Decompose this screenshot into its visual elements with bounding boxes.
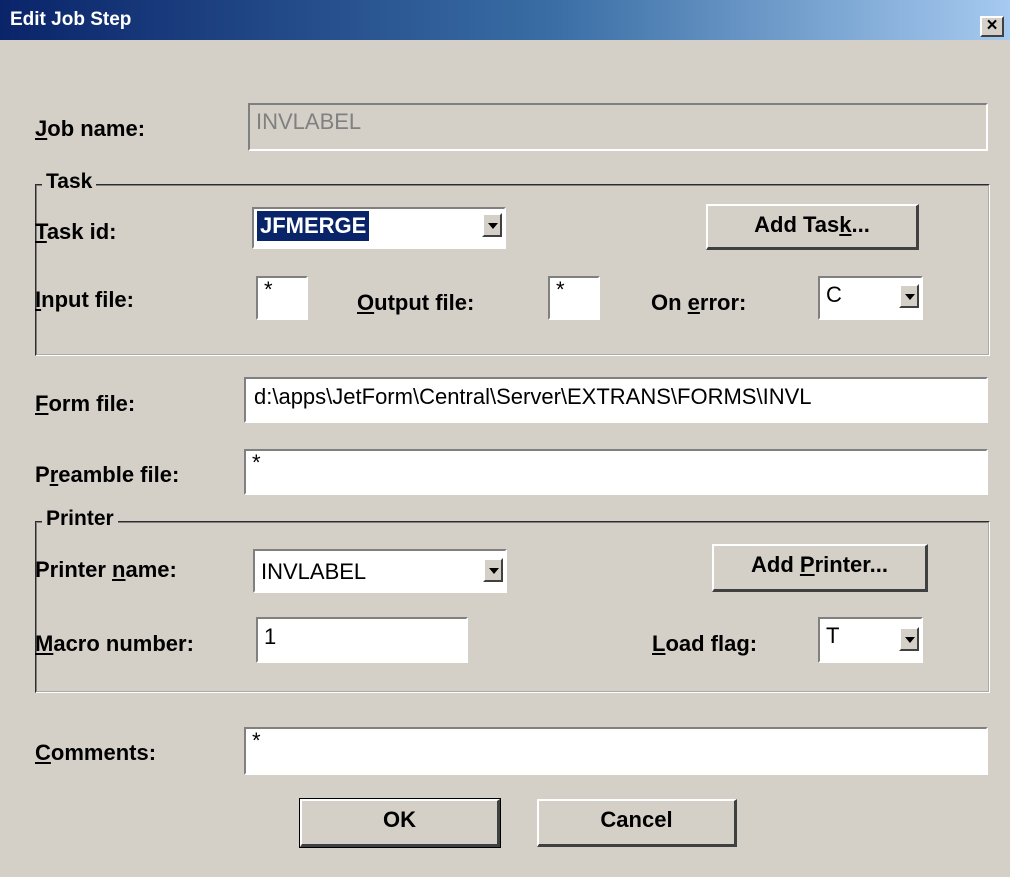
printer-name-label: Printer name: <box>35 557 177 582</box>
load-flag-combobox[interactable]: T <box>818 617 923 663</box>
on-error-combobox[interactable]: C <box>818 276 923 320</box>
ok-button[interactable]: OK <box>299 798 501 848</box>
add-printer-button[interactable]: Add Printer... <box>712 544 928 592</box>
printer-name-value: INVLABEL <box>261 559 367 584</box>
input-file-field[interactable]: * <box>256 276 308 320</box>
task-id-combobox[interactable]: JFMERGE <box>252 207 506 249</box>
job-name-field: INVLABEL <box>248 103 988 151</box>
input-file-label: Input file: <box>35 287 134 312</box>
on-error-label: On error: <box>651 290 747 315</box>
printer-name-combobox[interactable]: INVLABEL <box>253 549 507 593</box>
preamble-file-field[interactable]: * <box>244 449 988 495</box>
add-task-button[interactable]: Add Task... <box>706 204 919 250</box>
chevron-down-icon[interactable] <box>899 284 919 308</box>
cancel-button[interactable]: Cancel <box>537 799 737 847</box>
comments-label: Comments: <box>35 740 157 765</box>
macro-number-field[interactable]: 1 <box>256 617 468 663</box>
window-title: Edit Job Step <box>10 9 132 30</box>
close-icon: × <box>986 15 998 36</box>
load-flag-value: T <box>826 623 840 648</box>
preamble-file-label: Preamble file: <box>35 462 180 487</box>
printer-group-title: Printer <box>42 507 118 531</box>
close-button[interactable]: × <box>980 16 1004 37</box>
form-file-field[interactable]: d:\apps\JetForm\Central\Server\EXTRANS\F… <box>244 377 988 423</box>
output-file-field[interactable]: * <box>548 276 600 320</box>
chevron-down-icon[interactable] <box>899 627 919 651</box>
output-file-label: Output file: <box>357 290 475 315</box>
comments-field[interactable]: * <box>244 727 988 775</box>
chevron-down-icon[interactable] <box>482 213 502 237</box>
on-error-value: C <box>826 282 842 307</box>
task-id-value: JFMERGE <box>257 211 370 241</box>
job-name-label: Job name: <box>35 116 146 141</box>
macro-number-label: Macro number: <box>35 631 194 656</box>
title-bar: Edit Job Step × <box>0 0 1010 40</box>
task-id-label: Task id: <box>35 219 117 244</box>
task-group-title: Task <box>42 170 97 194</box>
load-flag-label: Load flag: <box>652 631 758 656</box>
chevron-down-icon[interactable] <box>483 558 503 582</box>
form-file-label: Form file: <box>35 391 136 416</box>
